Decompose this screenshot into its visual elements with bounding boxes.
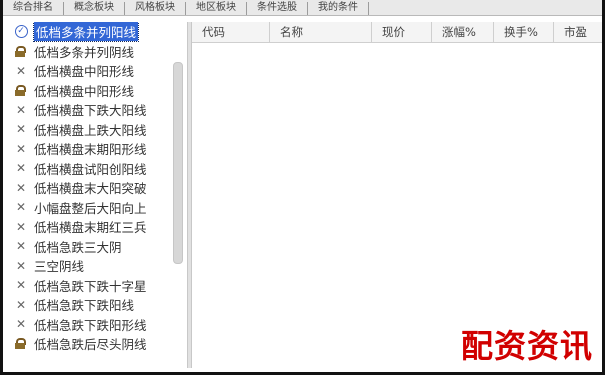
tree-item-label: 低档急跌下跌阳形线 bbox=[34, 317, 147, 333]
tree-item[interactable]: ✕ 低档急跌下跌十字星 bbox=[3, 276, 187, 296]
x-icon: ✕ bbox=[15, 141, 27, 156]
column-header-pe[interactable]: 市盈 bbox=[554, 22, 602, 42]
x-icon: ✕ bbox=[15, 219, 27, 234]
tree-item-label: 三空阴线 bbox=[34, 259, 85, 275]
tree-item[interactable]: ✕ 三空阴线 bbox=[3, 256, 187, 276]
tab-concept-sectors[interactable]: 概念板块 bbox=[64, 2, 125, 15]
x-icon: ✕ bbox=[15, 63, 27, 78]
tree-item[interactable]: ✕ 低档急跌下跌阳形线 bbox=[3, 315, 187, 335]
x-icon: ✕ bbox=[15, 297, 27, 312]
column-header-price[interactable]: 现价 bbox=[372, 22, 432, 42]
lock-icon bbox=[13, 45, 29, 57]
x-icon: ✕ bbox=[15, 258, 27, 273]
grid-header: 代码 名称 现价 涨幅% 换手% 市盈 bbox=[192, 22, 602, 43]
tree-item[interactable]: ✕ 低档横盘末期阳形线 bbox=[3, 139, 187, 159]
tree-item[interactable]: ✕ 低档横盘上跌大阳线 bbox=[3, 120, 187, 140]
tree-item-label: 低档横盘末期阳形线 bbox=[34, 142, 147, 158]
tab-style-sectors[interactable]: 风格板块 bbox=[125, 2, 186, 15]
check-icon: ✓ bbox=[13, 25, 29, 39]
tab-rankings[interactable]: 综合排名 bbox=[3, 2, 64, 15]
tree-item-label: 低档横盘试阳创阳线 bbox=[34, 161, 147, 177]
tree-item[interactable]: ✕ 低档横盘中阳形线 bbox=[3, 61, 187, 81]
tree-item-label: 小幅盘整后大阳向上 bbox=[34, 200, 147, 216]
tree-item-label: 低档急跌下跌阳线 bbox=[34, 298, 135, 314]
tree-item-label: 低档横盘末期红三兵 bbox=[34, 220, 147, 236]
tree-item[interactable]: ✕ 低档横盘末大阳突破 bbox=[3, 178, 187, 198]
tree-item[interactable]: ✕ 低档急跌下跌阳线 bbox=[3, 295, 187, 315]
x-icon: ✕ bbox=[15, 200, 27, 215]
tree-item[interactable]: ✕ 小幅盘整后大阳向上 bbox=[3, 198, 187, 218]
tree-item-label: 低档多条并列阳线 bbox=[32, 22, 140, 43]
tree-item[interactable]: ✕ 低档横盘试阳创阳线 bbox=[3, 159, 187, 179]
x-icon: ✕ bbox=[15, 278, 27, 293]
tab-my-conditions[interactable]: 我的条件 bbox=[308, 2, 369, 15]
tree-item-label: 低档急跌下跌十字星 bbox=[34, 278, 147, 294]
category-tab-bar: 综合排名 概念板块 风格板块 地区板块 条件选股 我的条件 bbox=[3, 0, 602, 16]
tab-condition-screening[interactable]: 条件选股 bbox=[247, 2, 308, 15]
lock-icon bbox=[13, 338, 29, 350]
column-header-turnover-pct[interactable]: 换手% bbox=[494, 22, 554, 42]
lock-icon bbox=[13, 84, 29, 96]
pattern-tree: ✓ 低档多条并列阳线 低档多条并列阴线 ✕ 低档横盘中阳形线 低档横盘中阳形线 … bbox=[3, 22, 187, 368]
x-icon: ✕ bbox=[15, 317, 27, 332]
tree-item[interactable]: ✕ 低档急跌三大阴 bbox=[3, 237, 187, 257]
tree-item-label: 低档横盘末大阳突破 bbox=[34, 181, 147, 197]
tree-item-label: 低档急跌三大阴 bbox=[34, 239, 122, 255]
tree-item-label: 低档多条并列阴线 bbox=[34, 44, 135, 60]
tree-item[interactable]: 低档急跌后尽头阴线 bbox=[3, 334, 187, 354]
tree-item-label: 低档急跌后尽头阴线 bbox=[34, 337, 147, 353]
tree-item[interactable]: ✕ 低档横盘下跌大阳线 bbox=[3, 100, 187, 120]
x-icon: ✕ bbox=[15, 180, 27, 195]
tree-item-label: 低档横盘上跌大阳线 bbox=[34, 122, 147, 138]
x-icon: ✕ bbox=[15, 161, 27, 176]
x-icon: ✕ bbox=[15, 239, 27, 254]
column-header-code[interactable]: 代码 bbox=[192, 22, 270, 42]
tree-item[interactable]: ✕ 低档横盘末期红三兵 bbox=[3, 217, 187, 237]
tab-region-sectors[interactable]: 地区板块 bbox=[186, 2, 247, 15]
column-header-name[interactable]: 名称 bbox=[270, 22, 372, 42]
column-header-change-pct[interactable]: 涨幅% bbox=[432, 22, 494, 42]
stock-list-grid: 代码 名称 现价 涨幅% 换手% 市盈 bbox=[192, 22, 602, 368]
tree-item-label: 低档横盘中阳形线 bbox=[34, 83, 135, 99]
tree-scrollbar-thumb[interactable] bbox=[173, 62, 183, 264]
tree-item-label: 低档横盘下跌大阳线 bbox=[34, 103, 147, 119]
tree-item[interactable]: 低档横盘中阳形线 bbox=[3, 81, 187, 101]
tree-item[interactable]: ✓ 低档多条并列阳线 bbox=[3, 22, 187, 43]
tree-item[interactable]: 低档多条并列阴线 bbox=[3, 42, 187, 62]
tree-item-label: 低档横盘中阳形线 bbox=[34, 64, 135, 80]
x-icon: ✕ bbox=[15, 102, 27, 117]
x-icon: ✕ bbox=[15, 122, 27, 137]
watermark-logo: 配资资讯 bbox=[458, 321, 595, 367]
